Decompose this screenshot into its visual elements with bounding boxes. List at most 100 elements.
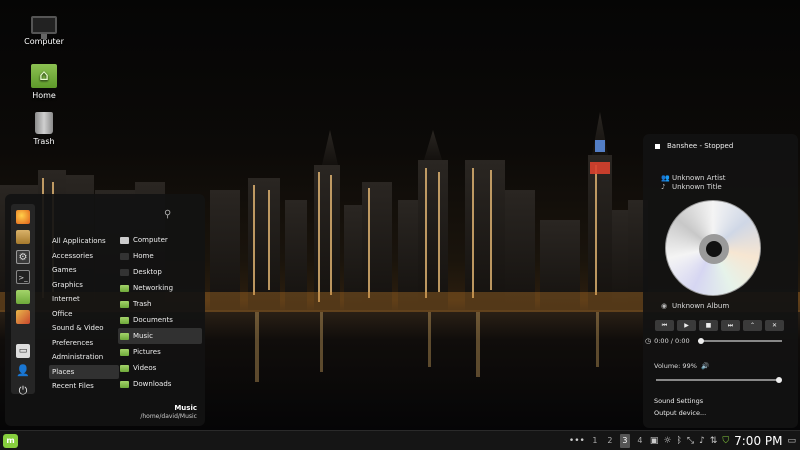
place-item-downloads[interactable]: Downloads xyxy=(118,376,202,392)
playback-controls: ⏮ ▶ ■ ⏭ ⌃ ✕ xyxy=(655,320,784,331)
player-header[interactable]: Banshee - Stopped xyxy=(655,142,733,150)
category-item[interactable]: Recent Files xyxy=(49,379,119,394)
artist-row: 👥 Unknown Artist xyxy=(661,174,725,182)
network-disconnected-icon[interactable]: ⤡ xyxy=(687,436,694,446)
raise-player-button[interactable]: ⌃ xyxy=(743,320,762,331)
position-row: ◷ 0:00 / 0:00 xyxy=(645,337,795,345)
folder-icon xyxy=(120,316,129,324)
update-manager-icon[interactable]: ▣ xyxy=(650,436,659,446)
player-title: Banshee - Stopped xyxy=(667,142,734,150)
place-item-videos[interactable]: Videos xyxy=(118,360,202,376)
volume-slider-knob[interactable] xyxy=(775,377,782,383)
home-folder-icon xyxy=(31,64,57,88)
place-label: Pictures xyxy=(133,348,161,356)
sound-settings-item[interactable]: Sound Settings xyxy=(643,395,798,407)
place-item-computer[interactable]: Computer xyxy=(118,232,202,248)
place-label: Downloads xyxy=(133,380,172,388)
category-item-places[interactable]: Places xyxy=(49,364,119,379)
selected-item-path: /home/david/Music xyxy=(140,413,197,420)
place-item-music[interactable]: Music xyxy=(118,328,202,344)
workspace-2[interactable]: 2 xyxy=(605,434,615,448)
position-slider-knob[interactable] xyxy=(698,338,705,344)
artist-label: Unknown Artist xyxy=(672,174,726,182)
quit-player-button[interactable]: ✕ xyxy=(765,320,784,331)
album-icon: ◉ xyxy=(661,302,668,310)
shield-icon[interactable]: ⛉ xyxy=(722,436,729,446)
volume-label: Volume: 99% xyxy=(654,362,697,370)
desktop-icon-label: Trash xyxy=(33,137,55,146)
firefox-icon[interactable] xyxy=(16,210,30,224)
favorites-bar: ⚙ >_ ▭ 👤 ⏻ xyxy=(11,204,35,397)
place-label: Videos xyxy=(133,364,157,372)
system-settings-icon[interactable]: ⚙ xyxy=(16,250,30,264)
place-item-networking[interactable]: Networking xyxy=(118,280,202,296)
image-viewer-icon[interactable] xyxy=(16,310,30,324)
output-device-item[interactable]: Output device... xyxy=(643,407,798,419)
folder-icon xyxy=(120,300,129,308)
search-input[interactable] xyxy=(45,208,175,224)
network-icon[interactable]: ⇅ xyxy=(710,436,718,446)
category-item[interactable]: Administration xyxy=(49,350,119,365)
place-item-home[interactable]: Home xyxy=(118,248,202,264)
desktop-icon-trash[interactable]: Trash xyxy=(12,112,76,146)
play-button[interactable]: ▶ xyxy=(677,320,696,331)
category-item[interactable]: Accessories xyxy=(49,249,119,264)
folder-icon xyxy=(120,284,129,292)
category-item[interactable]: Games xyxy=(49,263,119,278)
workspace-4[interactable]: 4 xyxy=(635,434,645,448)
folder-icon xyxy=(120,348,129,356)
place-item-desktop[interactable]: Desktop xyxy=(118,264,202,280)
speaker-icon: 🔊 xyxy=(700,362,710,370)
category-item[interactable]: Office xyxy=(49,307,119,322)
next-button[interactable]: ⏭ xyxy=(721,320,740,331)
show-desktop-icon[interactable]: ▭ xyxy=(787,436,796,446)
volume-slider[interactable] xyxy=(656,377,782,383)
desktop-icon-computer[interactable]: Computer xyxy=(12,13,76,46)
category-item[interactable]: All Applications xyxy=(49,234,119,249)
application-menu: ⚙ >_ ▭ 👤 ⏻ ⚲ All Applications Accessorie… xyxy=(5,194,205,426)
computer-icon xyxy=(120,236,129,244)
position-slider[interactable] xyxy=(698,338,783,344)
taskbar: m ••• 1 2 3 4 ▣ ☼ ᛒ ⤡ ♪ ⇅ ⛉ 7:00 PM ▭ xyxy=(0,430,800,450)
workspace-1[interactable]: 1 xyxy=(590,434,600,448)
place-label: Documents xyxy=(133,316,173,324)
bluetooth-icon[interactable]: ᛒ xyxy=(676,436,681,446)
category-item[interactable]: Graphics xyxy=(49,278,119,293)
workspace-3[interactable]: 3 xyxy=(619,434,630,448)
place-item-trash[interactable]: Trash xyxy=(118,296,202,312)
brightness-icon[interactable]: ☼ xyxy=(663,436,671,446)
desktop-folder-icon xyxy=(120,268,129,276)
category-item[interactable]: Preferences xyxy=(49,336,119,351)
mint-menu-button[interactable]: m xyxy=(3,434,18,448)
place-item-documents[interactable]: Documents xyxy=(118,312,202,328)
place-item-pictures[interactable]: Pictures xyxy=(118,344,202,360)
lock-screen-icon[interactable]: ▭ xyxy=(16,344,30,358)
folder-icon xyxy=(120,380,129,388)
terminal-icon[interactable]: >_ xyxy=(16,270,30,284)
stop-indicator-icon xyxy=(655,143,660,149)
place-label: Trash xyxy=(133,300,152,308)
home-folder-icon xyxy=(120,252,129,260)
previous-button[interactable]: ⏮ xyxy=(655,320,674,331)
stop-button[interactable]: ■ xyxy=(699,320,718,331)
search-icon[interactable]: ⚲ xyxy=(164,209,171,220)
files-icon[interactable] xyxy=(16,290,30,304)
clock[interactable]: 7:00 PM xyxy=(734,434,782,448)
power-icon[interactable]: ⏻ xyxy=(16,384,30,398)
time-label: 0:00 / 0:00 xyxy=(654,337,690,345)
category-item[interactable]: Internet xyxy=(49,292,119,307)
sound-icon[interactable]: ♪ xyxy=(699,436,705,446)
place-label: Music xyxy=(133,332,153,340)
software-manager-icon[interactable] xyxy=(16,230,30,244)
volume-row: Volume: 99% 🔊 xyxy=(654,362,709,370)
album-row: ◉ Unknown Album xyxy=(661,302,729,310)
place-label: Home xyxy=(133,252,154,260)
desktop-icon-home[interactable]: Home xyxy=(12,64,76,100)
logout-icon[interactable]: 👤 xyxy=(16,364,30,378)
overflow-indicator[interactable]: ••• xyxy=(569,436,585,446)
track-label: Unknown Title xyxy=(672,183,722,191)
album-art-cd-icon xyxy=(665,200,761,296)
desktop-icon-label: Home xyxy=(32,91,56,100)
track-row: ♪ Unknown Title xyxy=(661,183,722,191)
category-item[interactable]: Sound & Video xyxy=(49,321,119,336)
